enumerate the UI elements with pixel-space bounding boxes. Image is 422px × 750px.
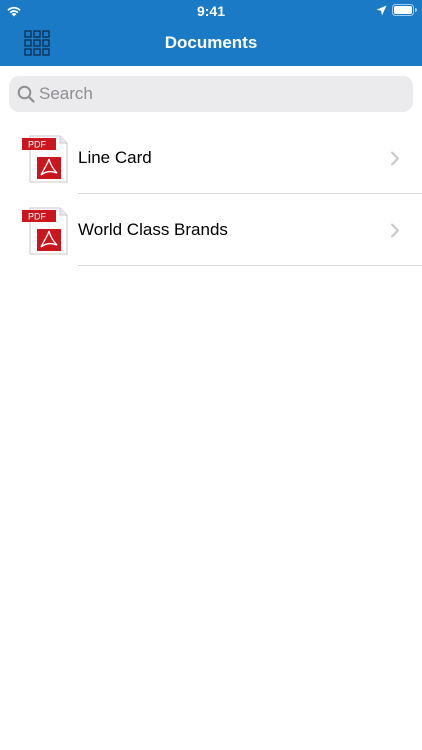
chevron-right-icon	[391, 223, 399, 238]
document-title: Line Card	[78, 148, 152, 167]
chevron-right-icon	[391, 151, 399, 166]
documents-screen: 9:41 Documents Search PDF Line Card PDF …	[0, 0, 422, 750]
nav-bar: Documents	[0, 22, 422, 66]
pdf-file-icon: PDF	[22, 135, 68, 183]
document-title: World Class Brands	[78, 220, 228, 239]
status-time: 9:41	[196, 3, 226, 19]
location-icon	[376, 5, 387, 16]
header: 9:41 Documents	[0, 0, 422, 66]
pdf-badge-text: PDF	[28, 212, 47, 222]
search-input[interactable]	[39, 76, 405, 112]
row-divider	[78, 265, 422, 266]
pdf-badge-text: PDF	[28, 140, 47, 150]
list-item[interactable]: PDF Line Card	[0, 122, 422, 194]
list-item[interactable]: PDF World Class Brands	[0, 194, 422, 266]
document-list: PDF Line Card PDF World Class Brands	[0, 122, 422, 266]
page-title: Documents	[164, 33, 258, 52]
pdf-file-icon: PDF	[22, 207, 68, 255]
search-icon	[17, 85, 35, 103]
battery-icon	[392, 4, 417, 16]
search-bar[interactable]	[9, 76, 413, 112]
status-bar: 9:41	[0, 0, 422, 22]
